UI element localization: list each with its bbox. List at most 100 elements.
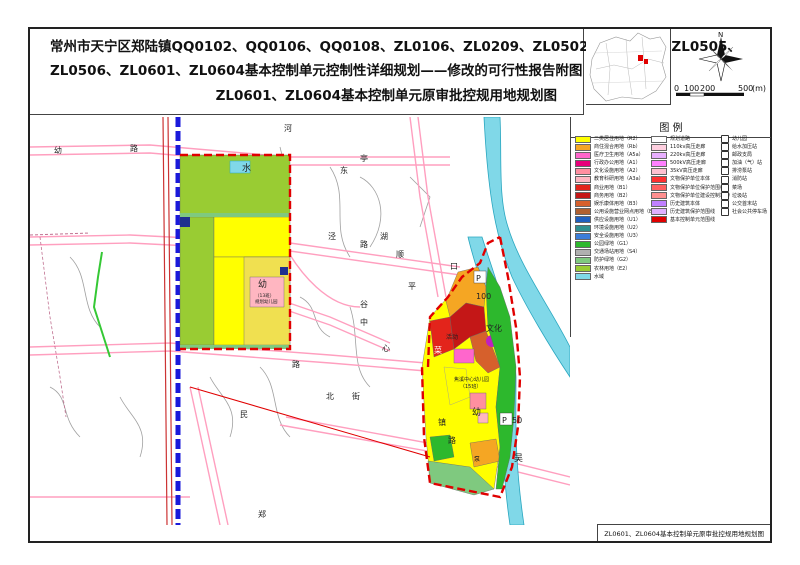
legend-label: 交通场站用地（S4） bbox=[594, 249, 641, 256]
label-gu: 谷 bbox=[360, 300, 368, 309]
label-center-note-1: 焦溪中心幼儿园 bbox=[454, 376, 489, 383]
legend-item: 菜场 bbox=[721, 183, 767, 192]
legend-item: 供应设施用地（U1） bbox=[575, 216, 661, 224]
legend-item: 文物保护单位本体 bbox=[651, 175, 730, 184]
legend-swatch bbox=[575, 216, 591, 224]
legend-item: 防护绿地（G2） bbox=[575, 256, 661, 264]
label-bei: 北 bbox=[326, 392, 334, 401]
label-market: 菜 bbox=[434, 345, 442, 355]
legend-label: 35kV高压走廊 bbox=[670, 168, 703, 175]
legend-label: 邮政支局 bbox=[732, 152, 753, 159]
legend-item: 历史建筑本体 bbox=[651, 200, 730, 208]
legend-label: 消防站 bbox=[732, 176, 748, 183]
market-icon bbox=[721, 183, 729, 192]
legend-label: 文物保护单位本体 bbox=[670, 176, 711, 183]
north-label: N bbox=[718, 31, 724, 39]
kindergarten-icon bbox=[721, 135, 729, 144]
legend-item: 公交首末站 bbox=[721, 199, 767, 208]
label-shun: 顺 bbox=[396, 250, 404, 259]
legend-item: 商住混合用地（Rb） bbox=[575, 143, 661, 151]
legend-label: 医疗卫生用地（A5a） bbox=[594, 152, 644, 159]
legend-swatch bbox=[575, 151, 591, 159]
post-office-icon bbox=[721, 151, 729, 160]
legend-item: 邮政支局 bbox=[721, 151, 767, 160]
scale-tick-200: 200 bbox=[700, 84, 716, 93]
label-wu: 吴 bbox=[514, 453, 523, 464]
legend-swatch bbox=[651, 135, 667, 143]
legend-item: 环境设施用地（U2） bbox=[575, 224, 661, 232]
legend-swatch bbox=[575, 256, 591, 264]
legend-label: 220kv高压走廊 bbox=[670, 152, 706, 159]
legend-label: 文物保护单位保护范围线 bbox=[670, 184, 726, 191]
label-kou: 口 bbox=[450, 262, 458, 271]
legend-swatch bbox=[575, 248, 591, 256]
legend-swatch bbox=[651, 159, 667, 167]
legend-swatch bbox=[575, 240, 591, 248]
legend-label: 规划道路 bbox=[670, 136, 691, 142]
legend-swatch bbox=[575, 143, 591, 151]
legend-column-lines: 规划道路 110kv高压走廊 220kv高压走廊 500kV高压走廊 35kV高压走廊文… bbox=[651, 135, 730, 224]
legend-item: 水域 bbox=[575, 273, 661, 281]
legend-item: 安全设施用地（U3） bbox=[575, 232, 661, 240]
legend-label: 商务用地（B2） bbox=[594, 192, 631, 199]
legend-item: 商务用地（B2） bbox=[575, 192, 661, 200]
legend-label: 农林用地（E2） bbox=[594, 265, 631, 272]
label-ting: 亭 bbox=[360, 153, 368, 163]
legend-label: 菜场 bbox=[732, 184, 743, 191]
label-culture-2: 活动 bbox=[446, 333, 458, 341]
legend-swatch bbox=[651, 192, 667, 200]
scale-tick-500: 500 bbox=[738, 84, 754, 93]
legend-item: 医疗卫生用地（A5a） bbox=[575, 151, 661, 159]
legend-item: 行政办公用地（A1） bbox=[575, 159, 661, 167]
legend-label: 给水加压站 bbox=[732, 144, 758, 151]
legend-swatch bbox=[651, 184, 667, 192]
legend-column-facilities: 幼儿园 给水加压站 邮政支局 加油（气）站 排涝泵站 消防站 菜场 垃圾站 公交首末站 社会公共停… bbox=[721, 135, 767, 216]
label-zhong: 中 bbox=[360, 317, 368, 327]
garbage-station-icon bbox=[721, 191, 729, 200]
fire-station-icon bbox=[721, 175, 729, 184]
legend-swatch bbox=[575, 224, 591, 232]
scale-tick-100: 100 bbox=[684, 84, 700, 93]
label-village-note-1: （13班） bbox=[255, 292, 274, 299]
label-jie: 街 bbox=[352, 391, 360, 401]
scale-unit: (m) bbox=[752, 84, 767, 93]
legend-label: 公交首末站 bbox=[732, 200, 758, 207]
land-use-map-drawing: 水 幼 （13班） 规划幼儿园 幼 焦溪中心幼儿园 （15班） 菜 P 100 … bbox=[30, 117, 570, 525]
parking-icon bbox=[721, 207, 729, 216]
legend-item: 排涝泵站 bbox=[721, 167, 767, 176]
legend-swatch bbox=[651, 208, 667, 216]
label-center-note-2: （15班） bbox=[460, 383, 481, 390]
inset-map-drawing bbox=[586, 29, 670, 104]
legend-item: 娱乐康体用地（B3） bbox=[575, 200, 661, 208]
legend-swatch bbox=[575, 159, 591, 167]
legend-item: 110kv高压走廊 bbox=[651, 143, 730, 151]
legend-swatch bbox=[575, 208, 591, 216]
legend-swatch bbox=[651, 216, 667, 224]
label-zhen: 镇 bbox=[438, 417, 446, 427]
label-parking-bottom: P bbox=[502, 416, 507, 425]
legend-swatch bbox=[651, 167, 667, 175]
legend-item: 交通场站用地（S4） bbox=[575, 248, 661, 256]
legend-label: 垃圾站 bbox=[732, 192, 748, 199]
label-dong: 东 bbox=[340, 165, 348, 175]
legend-item: 给水加压站 bbox=[721, 143, 767, 152]
north-scale-block: N 0 100 200 500 (m) bbox=[672, 29, 770, 104]
label-road-1: 路 bbox=[130, 143, 138, 153]
legend-label: 商住混合用地（Rb） bbox=[594, 144, 641, 151]
label-village-note-2: 规划幼儿园 bbox=[255, 298, 278, 305]
label-zheng: 郑 bbox=[258, 509, 266, 519]
scale-tick-0: 0 bbox=[674, 84, 680, 93]
label-you: 幼 bbox=[54, 145, 62, 155]
legend-item: 文物保护单位保护范围线 bbox=[651, 184, 730, 192]
water-pump-icon bbox=[721, 143, 729, 152]
legend-label: 娱乐康体用地（B3） bbox=[594, 200, 641, 207]
legend-swatch bbox=[651, 200, 667, 208]
legend-label: 历史建筑保护范围线 bbox=[670, 208, 716, 215]
legend-swatch bbox=[575, 192, 591, 200]
legend-item: 消防站 bbox=[721, 175, 767, 184]
legend-label: 供应设施用地（U1） bbox=[594, 216, 641, 223]
bottom-caption: ZL0601、ZL0604基本控制单元原审批控规用地规划图 bbox=[597, 524, 770, 541]
pump-station-block bbox=[180, 217, 190, 227]
title-line-2: ZL0506、ZL0601、ZL0604基本控制单元控制性详细规划——修改的可行… bbox=[50, 63, 583, 79]
drainage-pump-icon bbox=[721, 167, 729, 176]
